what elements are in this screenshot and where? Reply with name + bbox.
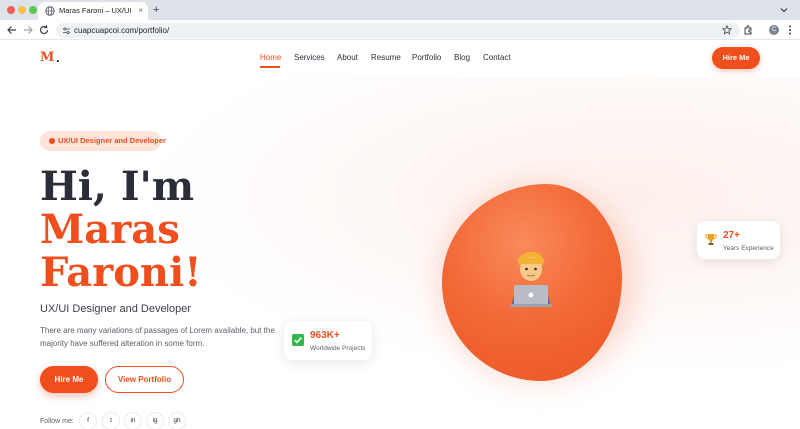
nav-services[interactable]: Services [294, 53, 325, 63]
projects-label: Worldwide Projects [310, 345, 366, 352]
active-nav-indicator [260, 66, 280, 68]
close-window-button[interactable] [7, 6, 15, 14]
chevron-down-icon[interactable] [778, 4, 790, 16]
instagram-icon[interactable]: ig [146, 412, 164, 429]
hero-greeting: Hi, I'm [40, 163, 195, 210]
badge-text: UX/UI Designer and Developer [58, 136, 166, 145]
tab-title: Maras Faroni – UX/UI Designer [59, 6, 133, 15]
reload-icon[interactable] [38, 24, 50, 36]
logo-dot: . [56, 50, 60, 65]
site-header: M . Home Services About Resume Portfolio… [0, 41, 800, 75]
maximize-window-button[interactable] [29, 6, 37, 14]
trophy-icon [705, 234, 717, 245]
address-bar[interactable]: cuapcuapcoi.com/portfolio/ [56, 23, 740, 38]
nav-home[interactable]: Home [260, 53, 281, 63]
experience-count: 27+ [723, 230, 740, 241]
hire-me-button[interactable]: Hire Me [40, 366, 98, 393]
more-options-icon[interactable] [784, 24, 796, 36]
nav-resume[interactable]: Resume [371, 53, 401, 63]
extensions-icon[interactable] [742, 24, 754, 36]
facebook-icon[interactable]: f [79, 412, 97, 429]
follow-label: Follow me: [40, 418, 74, 425]
nav-blog[interactable]: Blog [454, 53, 470, 63]
person-at-laptop-icon [510, 252, 552, 307]
role-badge: UX/UI Designer and Developer [40, 131, 166, 151]
projects-count: 963K+ [310, 330, 340, 341]
hero-subtitle: UX/UI Designer and Developer [40, 303, 192, 315]
back-arrow-icon[interactable] [6, 24, 18, 36]
projects-stat-card: 963K+ Worldwide Projects [284, 321, 372, 360]
profile-avatar[interactable]: C [769, 25, 779, 35]
globe-icon [45, 6, 55, 16]
page-content: M . Home Services About Resume Portfolio… [0, 41, 800, 429]
view-portfolio-button[interactable]: View Portfolio [105, 366, 184, 393]
header-hire-me-button[interactable]: Hire Me [712, 47, 760, 69]
hero-first-name: Maras [40, 206, 180, 253]
nav-contact[interactable]: Contact [483, 53, 511, 63]
bookmark-star-icon[interactable] [722, 25, 732, 35]
check-mark-icon [292, 334, 304, 346]
hero-last-name: Faroni! [40, 249, 202, 296]
linkedin-icon[interactable]: in [124, 412, 142, 429]
hero-description: There are many variations of passages of… [40, 326, 275, 348]
new-tab-button[interactable]: + [153, 3, 159, 17]
browser-tab-bar: Maras Faroni – UX/UI Designer × + [0, 0, 800, 20]
nav-about[interactable]: About [337, 53, 358, 63]
browser-toolbar: cuapcuapcoi.com/portfolio/ [0, 20, 800, 40]
site-info-icon[interactable] [62, 26, 71, 35]
experience-stat-card: 27+ Years Experience [697, 221, 780, 259]
minimize-window-button[interactable] [18, 6, 26, 14]
url-text: cuapcuapcoi.com/portfolio/ [74, 26, 170, 35]
site-logo[interactable]: M [40, 50, 54, 66]
badge-dot [49, 138, 55, 144]
tab-close-icon[interactable]: × [138, 6, 143, 16]
nav-portfolio[interactable]: Portfolio [412, 53, 441, 63]
forward-arrow-icon[interactable] [22, 24, 34, 36]
github-icon[interactable]: gh [168, 412, 186, 429]
browser-tab[interactable]: Maras Faroni – UX/UI Designer × [38, 2, 148, 20]
twitter-icon[interactable]: t [102, 412, 120, 429]
experience-label: Years Experience [723, 245, 774, 252]
